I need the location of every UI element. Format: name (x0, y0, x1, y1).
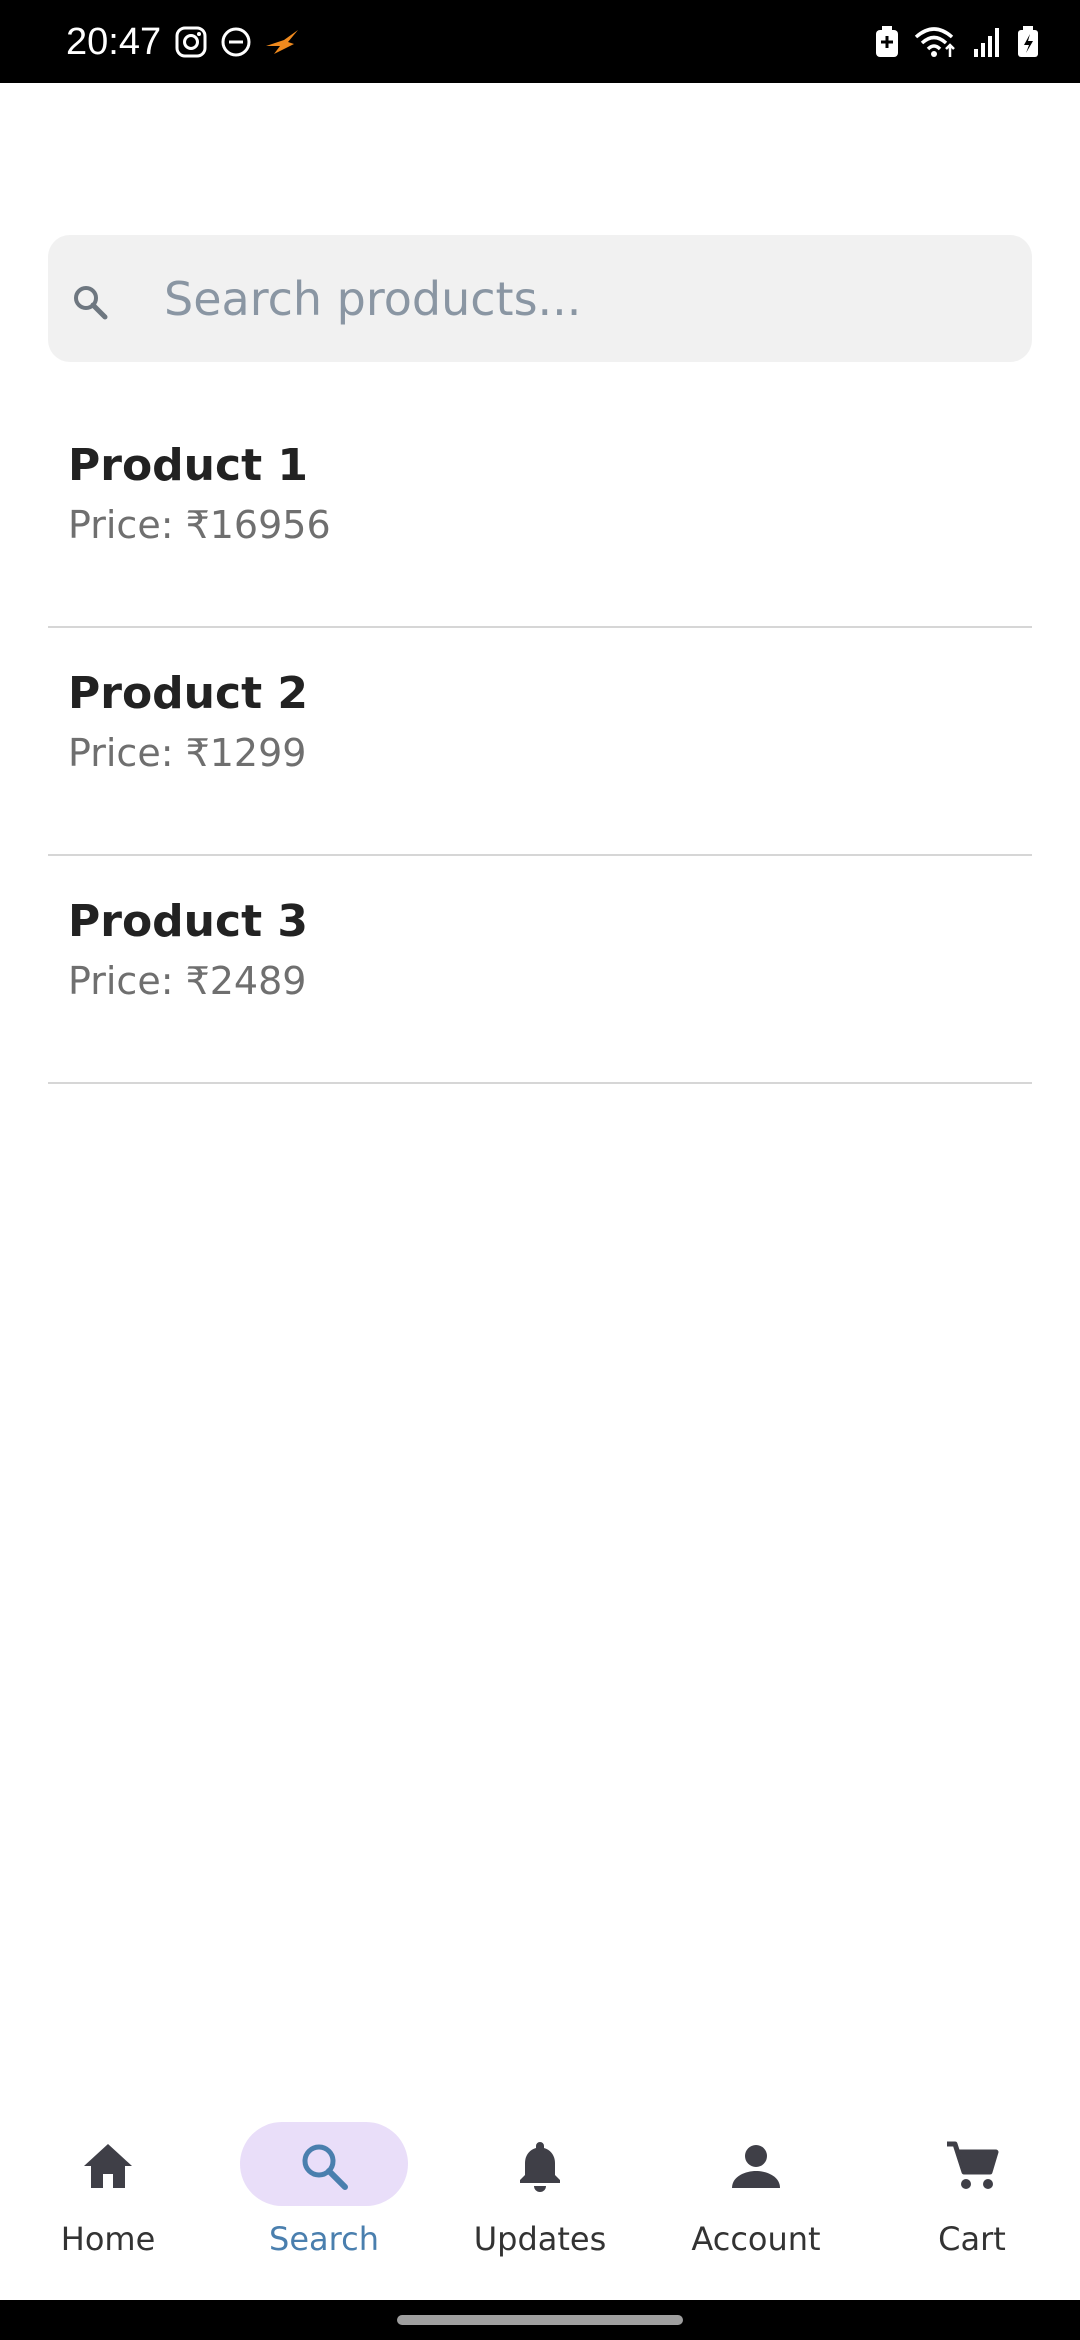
search-icon (74, 286, 108, 320)
bottom-nav: Home Search Updates Account Cart (0, 2100, 1080, 2300)
signal-icon (974, 28, 999, 57)
status-right-icons (874, 22, 1040, 62)
nav-label-search: Search (269, 2220, 379, 2258)
product-price: Price: ₹1299 (68, 731, 307, 775)
nav-item-search[interactable]: Search (216, 2100, 432, 2300)
nav-label-account: Account (691, 2220, 821, 2258)
nav-label-home: Home (60, 2220, 156, 2258)
list-item[interactable]: Product 3 Price: ₹2489 (48, 856, 1032, 1084)
status-left-icons (174, 22, 302, 62)
bell-icon (520, 2142, 560, 2192)
list-item[interactable]: Product 2 Price: ₹1299 (48, 628, 1032, 856)
search-icon (302, 2144, 348, 2190)
product-price: Price: ₹16956 (68, 503, 331, 547)
product-name: Product 1 (68, 440, 309, 491)
person-icon (732, 2145, 780, 2188)
battery-saver-icon (876, 26, 898, 57)
wifi-icon (914, 27, 955, 57)
nav-item-account[interactable]: Account (648, 2100, 864, 2300)
nav-label-cart: Cart (938, 2220, 1006, 2258)
app-notification-icon (266, 30, 298, 54)
nav-item-updates[interactable]: Updates (432, 2100, 648, 2300)
home-icon (84, 2144, 132, 2188)
search-input[interactable] (162, 256, 1006, 342)
instagram-icon (175, 26, 207, 58)
product-list: Product 1 Price: ₹16956 Product 2 Price:… (48, 400, 1032, 1084)
nav-item-home[interactable]: Home (0, 2100, 216, 2300)
product-price: Price: ₹2489 (68, 959, 307, 1003)
do-not-disturb-icon (221, 27, 251, 57)
status-bar: 20:47 (0, 0, 1080, 83)
system-navigation-bar (0, 2300, 1080, 2340)
list-item[interactable]: Product 1 Price: ₹16956 (48, 400, 1032, 628)
nav-item-cart[interactable]: Cart (864, 2100, 1080, 2300)
gesture-handle[interactable] (397, 2315, 683, 2325)
status-time: 20:47 (66, 21, 162, 63)
product-name: Product 3 (68, 896, 309, 947)
product-name: Product 2 (68, 668, 309, 719)
battery-charging-icon (1018, 26, 1038, 57)
cart-icon (947, 2141, 999, 2189)
nav-label-updates: Updates (473, 2220, 607, 2258)
